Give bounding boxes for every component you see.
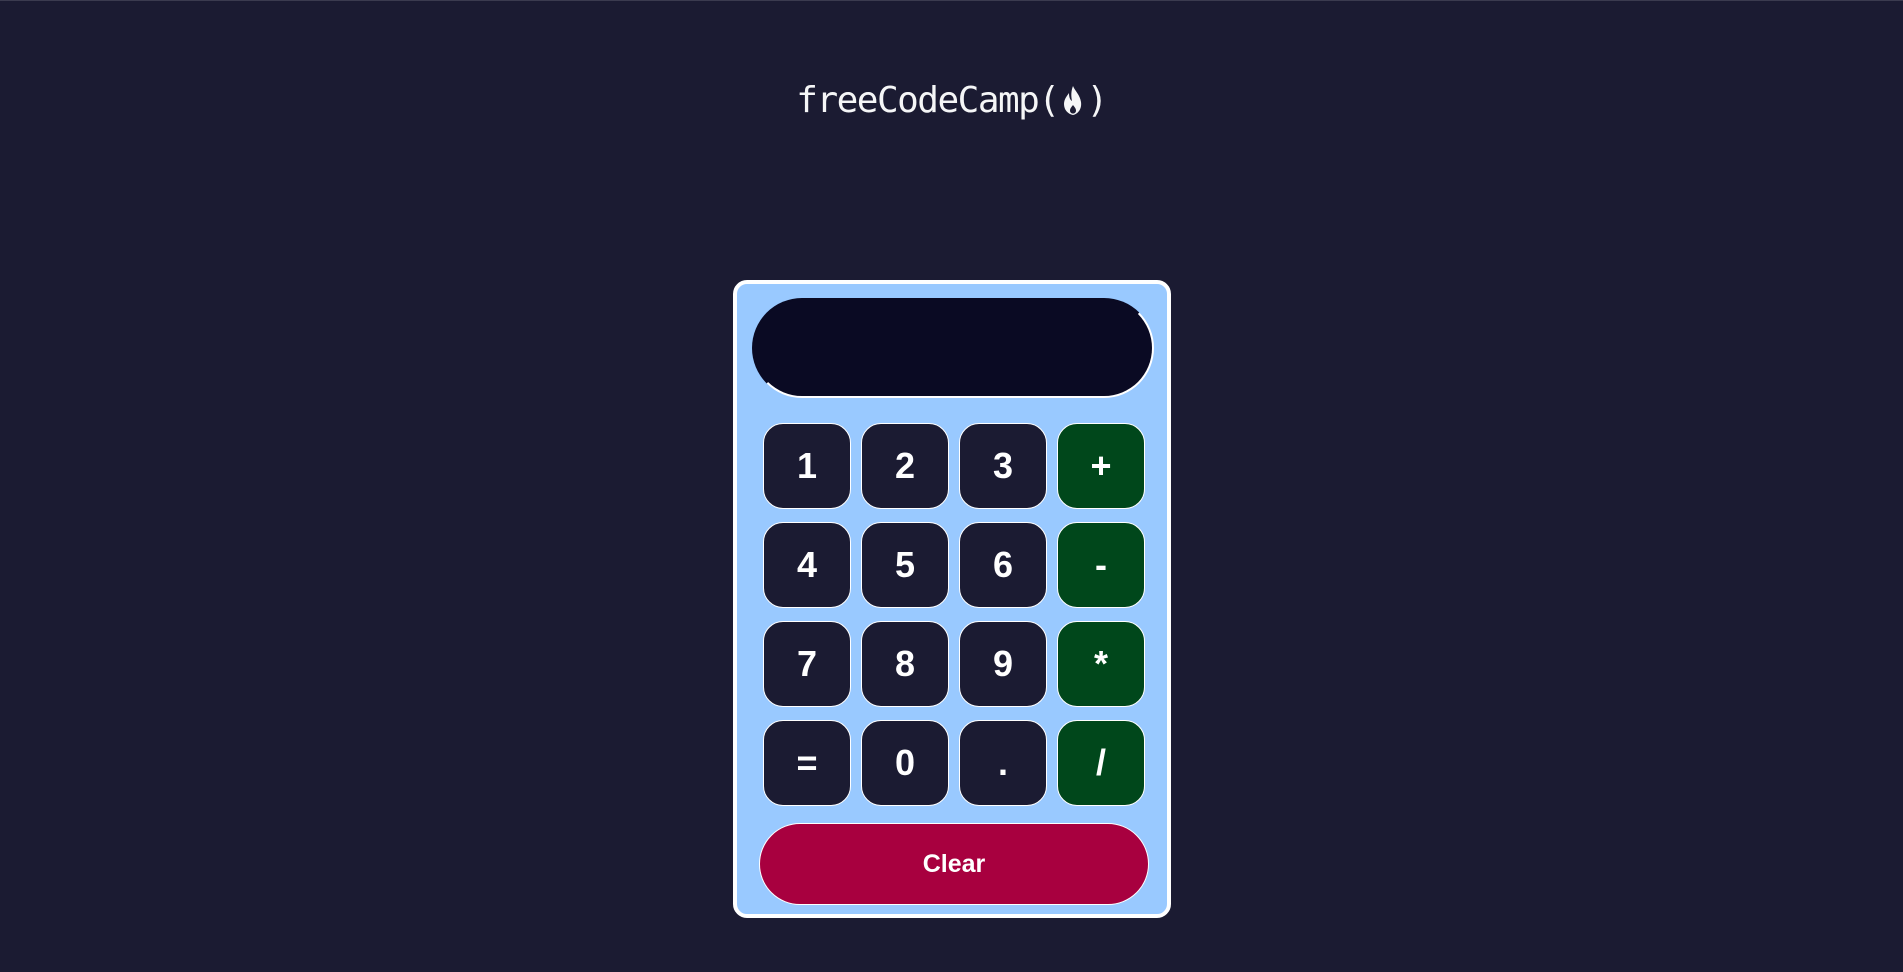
clear-button[interactable]: Clear: [759, 823, 1149, 905]
calculator: 1 2 3 + 4 5 6 - 7 8 9 * = 0 . / Clear: [733, 280, 1171, 918]
header: freeCodeCamp( ): [0, 83, 1903, 119]
logo-text-end: ): [1086, 80, 1109, 121]
freecodecamp-logo[interactable]: freeCodeCamp( ): [796, 80, 1109, 121]
key-2[interactable]: 2: [861, 423, 949, 509]
key-1[interactable]: 1: [763, 423, 851, 509]
key-5[interactable]: 5: [861, 522, 949, 608]
key-6[interactable]: 6: [959, 522, 1047, 608]
logo-text-start: freeCodeCamp(: [796, 80, 1060, 121]
key-multiply[interactable]: *: [1057, 621, 1145, 707]
calculator-keypad: 1 2 3 + 4 5 6 - 7 8 9 * = 0 . /: [763, 423, 1145, 806]
fire-icon: [1060, 83, 1086, 119]
key-divide[interactable]: /: [1057, 720, 1145, 806]
key-equals[interactable]: =: [763, 720, 851, 806]
key-3[interactable]: 3: [959, 423, 1047, 509]
key-4[interactable]: 4: [763, 522, 851, 608]
key-minus[interactable]: -: [1057, 522, 1145, 608]
calculator-display: [752, 298, 1154, 398]
key-7[interactable]: 7: [763, 621, 851, 707]
key-plus[interactable]: +: [1057, 423, 1145, 509]
key-0[interactable]: 0: [861, 720, 949, 806]
key-9[interactable]: 9: [959, 621, 1047, 707]
key-8[interactable]: 8: [861, 621, 949, 707]
key-decimal[interactable]: .: [959, 720, 1047, 806]
